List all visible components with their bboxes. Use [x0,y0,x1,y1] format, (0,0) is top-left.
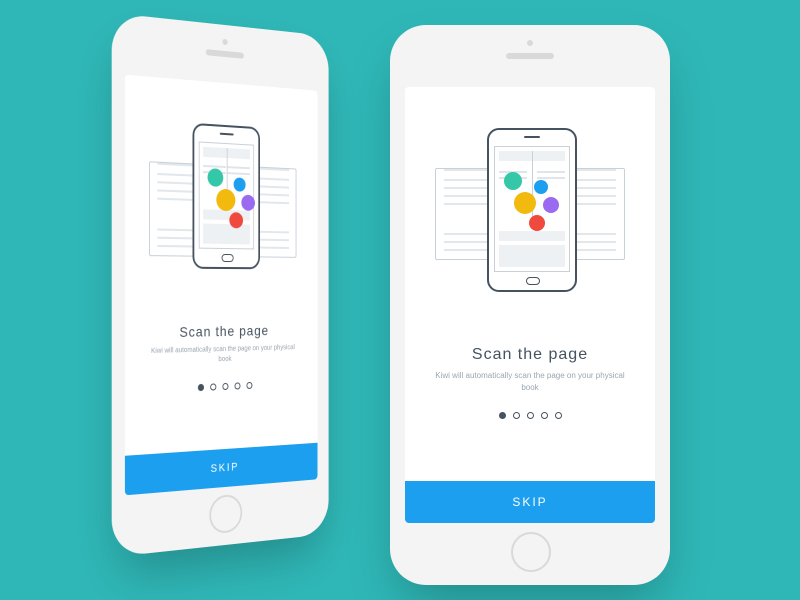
device-speaker [206,49,244,59]
illustration [405,87,655,340]
page-dot[interactable] [234,383,240,390]
scanner-phone-icon [193,123,260,269]
color-dots [200,143,254,146]
page-dot[interactable] [246,382,252,389]
device-home-button [209,494,242,535]
onboarding-panel: Scan the page Kiwi will automatically sc… [405,87,655,523]
color-dot [229,212,243,228]
device-mockup-tilted: Scan the page Kiwi will automatically sc… [112,13,329,557]
device-screen: Scan the page Kiwi will automatically sc… [125,75,318,496]
onboarding-title: Scan the page [179,323,268,341]
page-dot[interactable] [197,384,203,391]
skip-button[interactable]: SKIP [405,481,655,523]
stage: Scan the page Kiwi will automatically sc… [0,0,800,600]
color-dot [234,178,246,192]
page-dot[interactable] [541,412,548,419]
onboarding-description: Kiwi will automatically scan the page on… [430,370,630,394]
page-dot[interactable] [499,412,506,419]
device-speaker [506,53,554,59]
color-dot [543,197,559,213]
onboarding-panel: Scan the page Kiwi will automatically sc… [125,75,318,496]
onboarding-description: Kiwi will automatically scan the page on… [146,343,300,367]
page-indicator[interactable] [197,382,252,391]
page-dot[interactable] [222,383,228,390]
color-dot [241,195,255,211]
scanner-phone-icon [487,128,577,292]
page-dot[interactable] [555,412,562,419]
page-indicator[interactable] [499,412,562,419]
device-camera [527,40,533,46]
page-dot[interactable] [513,412,520,419]
color-dot [534,180,548,194]
page-dot[interactable] [210,384,216,391]
color-dot [208,168,224,187]
skip-button[interactable]: SKIP [125,443,318,496]
page-dot[interactable] [527,412,534,419]
onboarding-title: Scan the page [472,346,588,364]
color-dot [529,215,545,231]
device-mockup-flat: Scan the page Kiwi will automatically sc… [390,25,670,585]
color-dot [216,189,235,212]
device-camera [222,39,227,46]
device-home-button [511,532,551,572]
illustration [125,75,318,319]
device-screen: Scan the page Kiwi will automatically sc… [405,87,655,523]
color-dot [504,172,522,190]
